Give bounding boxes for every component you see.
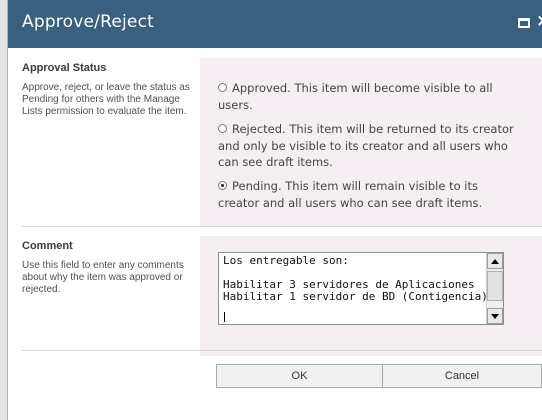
radio-approved-circle[interactable]: [218, 83, 227, 92]
comment-description: Use this field to enter any comments abo…: [22, 260, 184, 295]
comment-section: Comment Use this field to enter any comm…: [8, 236, 542, 356]
comment-field: Los entregable son: Habilitar 3 servidor…: [200, 236, 542, 356]
radio-rejected-label: Rejected. This item will be returned to …: [218, 122, 514, 169]
radio-pending[interactable]: Pending. This item will remain visible t…: [218, 178, 518, 211]
scroll-thumb[interactable]: [487, 271, 503, 301]
close-icon[interactable]: ×: [536, 11, 542, 31]
approval-status-heading: Approval Status: [22, 62, 107, 74]
ok-button[interactable]: OK: [216, 364, 383, 388]
comment-labels: Comment Use this field to enter any comm…: [22, 236, 194, 296]
window-left-edge: [0, 0, 8, 420]
radio-approved[interactable]: Approved. This item will become visible …: [218, 80, 518, 113]
comment-textarea[interactable]: Los entregable son: Habilitar 3 servidor…: [218, 252, 504, 325]
radio-rejected[interactable]: Rejected. This item will be returned to …: [218, 121, 518, 171]
approval-status-labels: Approval Status Approve, reject, or leav…: [22, 58, 194, 118]
approval-status-field: Approved. This item will become visible …: [200, 58, 542, 226]
section-divider-bottom: [22, 350, 542, 351]
radio-pending-label: Pending. This item will remain visible t…: [218, 179, 483, 210]
dialog-titlebar: Approve/Reject ×: [8, 0, 542, 48]
radio-approved-label: Approved. This item will become visible …: [218, 81, 493, 112]
cancel-button[interactable]: Cancel: [382, 364, 542, 388]
arrow-up-icon: [491, 259, 499, 264]
comment-scrollbar[interactable]: [486, 253, 503, 324]
comment-heading: Comment: [22, 240, 73, 252]
approval-status-section: Approval Status Approve, reject, or leav…: [8, 58, 542, 226]
radio-rejected-circle[interactable]: [218, 124, 227, 133]
text-caret: [224, 312, 225, 322]
dialog-title: Approve/Reject: [22, 12, 154, 32]
dialog-content: Approval Status Approve, reject, or leav…: [8, 48, 542, 420]
scroll-up-button[interactable]: [487, 253, 503, 269]
scroll-down-button[interactable]: [487, 308, 503, 324]
section-divider: [22, 226, 542, 227]
comment-text[interactable]: Los entregable son: Habilitar 3 servidor…: [223, 255, 488, 303]
radio-pending-circle[interactable]: [218, 181, 227, 190]
approval-status-description: Approve, reject, or leave the status as …: [22, 82, 190, 117]
maximize-icon[interactable]: [518, 18, 530, 28]
arrow-down-icon: [491, 314, 499, 319]
